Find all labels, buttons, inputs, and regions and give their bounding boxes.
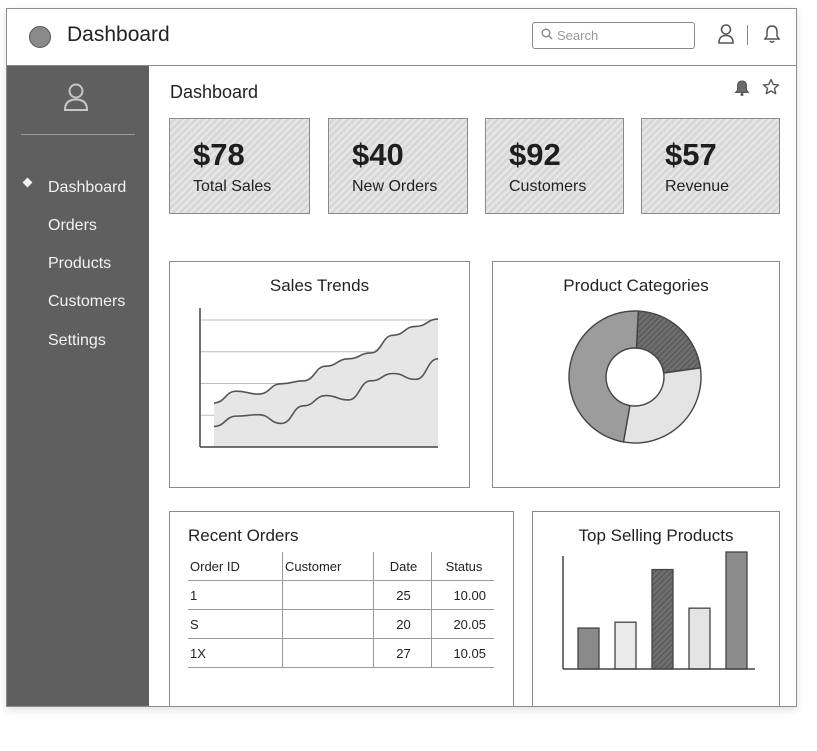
bell-icon[interactable] bbox=[734, 79, 750, 102]
pie-slice bbox=[635, 310, 702, 374]
sidebar-item-dashboard[interactable]: Dashboard bbox=[48, 179, 126, 197]
star-icon[interactable] bbox=[762, 78, 780, 101]
bar bbox=[688, 607, 711, 670]
bar bbox=[614, 621, 637, 670]
bar bbox=[651, 568, 674, 670]
stat-card-customers[interactable]: $92 Customers bbox=[485, 118, 624, 214]
column-header[interactable]: Order ID bbox=[188, 552, 283, 581]
status-cell: 10.05 bbox=[431, 638, 494, 668]
sales-trends-panel: Sales Trends bbox=[169, 261, 470, 488]
sidebar-item-settings[interactable]: Settings bbox=[48, 332, 106, 350]
top-selling-panel: Top Selling Products bbox=[532, 511, 780, 706]
product-categories-chart bbox=[568, 310, 702, 444]
order-id-cell: S bbox=[188, 609, 283, 639]
bar bbox=[725, 551, 748, 670]
date-cell: 20 bbox=[373, 609, 432, 639]
column-header[interactable]: Customer bbox=[282, 552, 374, 581]
notification-bell-icon[interactable] bbox=[763, 24, 781, 49]
stat-value: $57 bbox=[665, 137, 717, 172]
status-cell: 20.05 bbox=[431, 609, 494, 639]
orders-table: Order ID Customer Date Status 1 25 10.00 bbox=[188, 552, 494, 668]
stat-label: New Orders bbox=[352, 178, 438, 195]
sidebar-item-orders[interactable]: Orders bbox=[48, 217, 97, 235]
top-bar: Dashboard bbox=[7, 9, 796, 66]
app-title: Dashboard bbox=[67, 23, 170, 46]
stat-card-revenue[interactable]: $57 Revenue bbox=[641, 118, 780, 214]
column-header[interactable]: Status bbox=[431, 552, 494, 581]
table-row[interactable]: 1X 27 10.05 bbox=[188, 638, 494, 668]
page-title: Dashboard bbox=[170, 82, 259, 102]
stat-label: Total Sales bbox=[193, 178, 272, 195]
stat-value: $78 bbox=[193, 137, 245, 172]
sales-trends-chart bbox=[199, 308, 439, 448]
customer-cell bbox=[282, 609, 374, 639]
active-indicator-icon bbox=[22, 177, 33, 188]
customer-cell bbox=[282, 580, 374, 610]
order-id-cell: 1 bbox=[188, 580, 283, 610]
stat-card-new-orders[interactable]: $40 New Orders bbox=[328, 118, 468, 214]
sidebar-divider bbox=[21, 134, 135, 135]
search-box[interactable] bbox=[532, 22, 695, 49]
product-categories-panel: Product Categories bbox=[492, 261, 780, 488]
date-cell: 27 bbox=[373, 638, 432, 668]
toolbar-divider bbox=[747, 25, 748, 45]
table-row[interactable]: S 20 20.05 bbox=[188, 609, 494, 639]
sidebar: Dashboard Orders Products Customers Sett… bbox=[7, 66, 149, 706]
customer-cell bbox=[282, 638, 374, 668]
recent-orders-panel: Recent Orders Order ID Customer Date Sta… bbox=[169, 511, 514, 706]
column-header[interactable]: Date bbox=[373, 552, 432, 581]
table-row[interactable]: 1 25 10.00 bbox=[188, 580, 494, 610]
sidebar-item-customers[interactable]: Customers bbox=[48, 293, 125, 311]
stat-label: Revenue bbox=[665, 178, 730, 195]
date-cell: 25 bbox=[373, 580, 432, 610]
user-icon[interactable] bbox=[717, 23, 735, 50]
sidebar-item-products[interactable]: Products bbox=[48, 255, 111, 273]
top-selling-chart bbox=[562, 551, 755, 670]
app-window: Dashboard Dashboard Orders Products Cust… bbox=[6, 8, 797, 707]
stat-value: $92 bbox=[509, 137, 561, 172]
panel-title: Recent Orders bbox=[188, 526, 299, 545]
order-id-cell: 1X bbox=[188, 638, 283, 668]
bar bbox=[577, 627, 600, 670]
profile-avatar-icon[interactable] bbox=[62, 82, 90, 117]
table-header-row: Order ID Customer Date Status bbox=[188, 552, 494, 581]
pie-slice bbox=[622, 367, 702, 444]
stat-label: Customers bbox=[509, 178, 587, 195]
stat-card-total-sales[interactable]: $78 Total Sales bbox=[169, 118, 310, 214]
status-cell: 10.00 bbox=[431, 580, 494, 610]
stat-value: $40 bbox=[352, 137, 404, 172]
app-logo bbox=[29, 26, 51, 48]
search-input[interactable] bbox=[553, 28, 677, 43]
main-content: Dashboard $78 Total Sales $40 New Orders… bbox=[149, 66, 796, 706]
search-icon bbox=[541, 27, 553, 45]
